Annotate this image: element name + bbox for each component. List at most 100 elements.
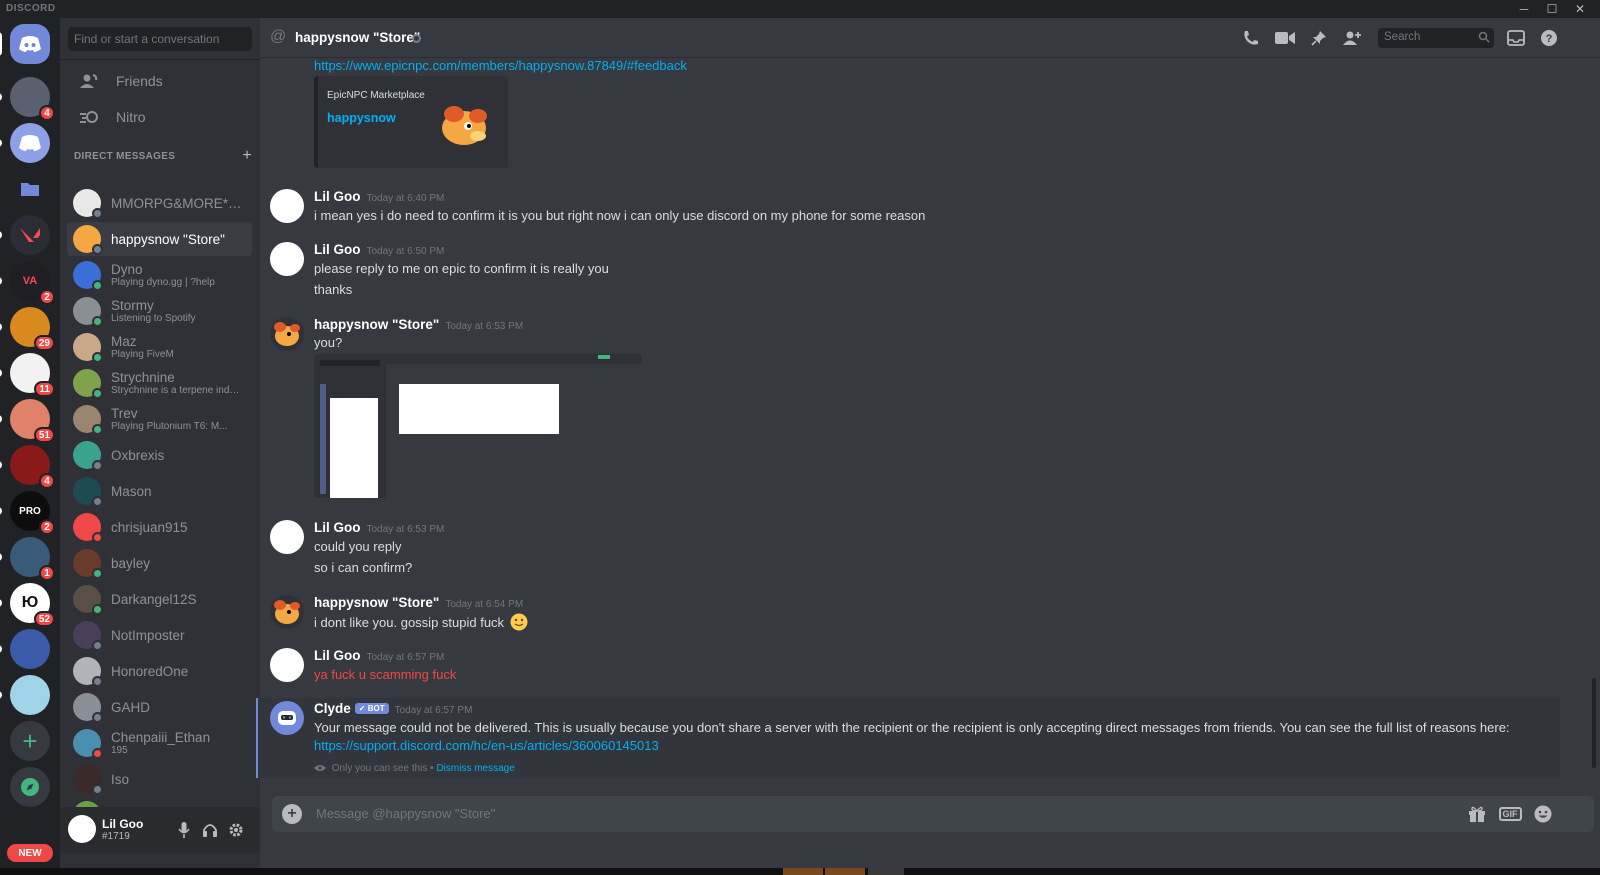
- help-icon[interactable]: ?: [1538, 27, 1560, 49]
- server-folder[interactable]: 4: [0, 77, 55, 121]
- deafen-headphones-icon[interactable]: [200, 820, 220, 840]
- gif-button[interactable]: GIF: [1498, 804, 1522, 824]
- avatar[interactable]: [270, 242, 304, 276]
- taskbar-app[interactable]: [783, 868, 823, 875]
- message-text: so i can confirm?: [314, 560, 413, 575]
- clyde-avatar[interactable]: [270, 701, 304, 735]
- server-folder[interactable]: 1: [0, 537, 55, 581]
- avatar: [73, 765, 103, 795]
- voice-call-icon[interactable]: [1240, 27, 1262, 49]
- server-icon[interactable]: [0, 675, 50, 715]
- avatar: [73, 621, 103, 651]
- avatar[interactable]: [270, 595, 304, 629]
- dm-item[interactable]: Stormy Listening to Spotify: [67, 294, 252, 328]
- timestamp: Today at 6:50 PM: [366, 246, 445, 257]
- dm-item[interactable]: Trev Playing Plutonium T6: M...: [67, 402, 252, 436]
- message-text: please reply to me on epic to confirm it…: [314, 261, 609, 276]
- sidebar-item-nitro[interactable]: Nitro: [68, 100, 252, 134]
- dm-item[interactable]: Maz Playing FiveM: [67, 330, 252, 364]
- add-server-button[interactable]: +: [10, 721, 50, 761]
- inbox-icon[interactable]: [1505, 27, 1527, 49]
- avatar[interactable]: [270, 648, 304, 682]
- avatar: [73, 333, 103, 363]
- find-conversation-input[interactable]: Find or start a conversation: [68, 27, 252, 51]
- avatar: [73, 693, 103, 723]
- create-dm-icon[interactable]: +: [242, 147, 252, 165]
- dm-item[interactable]: Darkangel12S: [67, 582, 252, 616]
- dm-item[interactable]: MMORPG&MORE*St...: [67, 186, 252, 220]
- server-icon[interactable]: 4: [0, 445, 55, 489]
- dm-item[interactable]: GAHD: [67, 690, 252, 724]
- dm-name: HonoredOne: [111, 663, 189, 679]
- scrollbar[interactable]: [1592, 678, 1596, 768]
- ephemeral-note: Only you can see this • Dismiss message: [314, 763, 515, 774]
- server-icon[interactable]: Ю 52: [0, 583, 55, 627]
- dm-item[interactable]: HonoredOne: [67, 654, 252, 688]
- close-icon[interactable]: ✕: [1566, 0, 1594, 18]
- server-icon-pro[interactable]: PRO 2: [0, 491, 55, 535]
- sidebar-item-label: Nitro: [116, 109, 146, 125]
- explore-servers-button[interactable]: [10, 767, 50, 807]
- message-author[interactable]: happysnow "Store" Today at 6:53 PM: [314, 317, 523, 332]
- minimize-icon[interactable]: ─: [1510, 0, 1538, 18]
- taskbar-app[interactable]: [868, 868, 904, 875]
- message-author[interactable]: Lil Goo Today at 6:57 PM: [314, 648, 444, 663]
- timestamp: Today at 6:53 PM: [366, 524, 445, 535]
- maximize-icon[interactable]: ☐: [1538, 0, 1566, 18]
- message-text: could you reply: [314, 539, 402, 554]
- dm-item[interactable]: Oxbrexis: [67, 438, 252, 472]
- dm-item[interactable]: Mason: [67, 474, 252, 508]
- dm-item[interactable]: NotImposter: [67, 618, 252, 652]
- taskbar-app[interactable]: [825, 868, 865, 875]
- add-friends-to-dm-icon[interactable]: [1341, 27, 1363, 49]
- avatar[interactable]: [270, 520, 304, 554]
- nitro-icon: [78, 105, 102, 129]
- dm-item[interactable]: bayley: [67, 546, 252, 580]
- dm-item[interactable]: happysnow "Store": [67, 222, 252, 256]
- message-author[interactable]: Lil Goo Today at 6:53 PM: [314, 520, 444, 535]
- user-settings-gear-icon[interactable]: [226, 820, 246, 840]
- dismiss-message-link[interactable]: Dismiss message: [436, 763, 514, 774]
- new-badge[interactable]: NEW: [7, 844, 53, 862]
- home-button[interactable]: [0, 24, 50, 64]
- gift-icon[interactable]: [1466, 804, 1488, 824]
- dm-item[interactable]: Chenpaiii_Ethan 195: [67, 726, 252, 760]
- avatar[interactable]: [270, 317, 304, 351]
- pinned-messages-icon[interactable]: [1308, 27, 1330, 49]
- message-author[interactable]: Lil Goo Today at 6:50 PM: [314, 242, 444, 257]
- folder-icon[interactable]: [10, 169, 50, 209]
- image-attachment[interactable]: [314, 354, 642, 498]
- video-call-icon[interactable]: [1274, 27, 1296, 49]
- dm-item[interactable]: Iso: [67, 762, 252, 796]
- server-icon[interactable]: 29: [0, 307, 55, 351]
- emoji-picker-icon[interactable]: [1532, 804, 1554, 824]
- server-icon-va[interactable]: VA 2: [0, 261, 55, 305]
- embed-provider: EpicNPC Marketplace: [327, 90, 425, 101]
- mute-microphone-icon[interactable]: [174, 820, 194, 840]
- server-icon[interactable]: [0, 123, 50, 163]
- server-icon[interactable]: 11: [0, 353, 55, 397]
- message-text-failed: ya fuck u scamming fuck: [314, 667, 457, 682]
- dm-name: bayley: [111, 555, 151, 571]
- dm-activity: Playing FiveM: [111, 349, 174, 360]
- sidebar-item-friends[interactable]: Friends: [68, 64, 252, 98]
- embed-title[interactable]: happysnow: [327, 111, 396, 125]
- message-author[interactable]: Lil Goo Today at 6:40 PM: [314, 189, 444, 204]
- server-icon[interactable]: [0, 629, 50, 669]
- dm-item[interactable]: chrisjuan915: [67, 510, 252, 544]
- message-author[interactable]: happysnow "Store" Today at 6:54 PM: [314, 595, 523, 610]
- upload-plus-icon[interactable]: +: [282, 804, 302, 824]
- message-link[interactable]: https://www.epicnpc.com/members/happysno…: [314, 58, 687, 73]
- dm-item[interactable]: Strychnine Strychnine is a terpene indol.…: [67, 366, 252, 400]
- message-composer[interactable]: + Message @happysnow "Store" GIF: [272, 796, 1594, 832]
- avatar[interactable]: [270, 189, 304, 223]
- server-list: 4 VA 2 29 11 51 4 PRO 2 1 Ю 52 + NEW: [0, 18, 60, 875]
- avatar[interactable]: [68, 815, 96, 843]
- search-input[interactable]: Search: [1378, 28, 1494, 48]
- message-link[interactable]: https://support.discord.com/hc/en-us/art…: [314, 738, 659, 753]
- server-icon[interactable]: 51: [0, 399, 55, 443]
- message-input[interactable]: Message @happysnow "Store": [316, 806, 495, 821]
- valorant-server-icon[interactable]: [0, 215, 50, 255]
- dm-item[interactable]: Dyno Playing dyno.gg | ?help: [67, 258, 252, 292]
- message-author[interactable]: Clyde ✓ BOT Today at 6:57 PM: [314, 701, 472, 716]
